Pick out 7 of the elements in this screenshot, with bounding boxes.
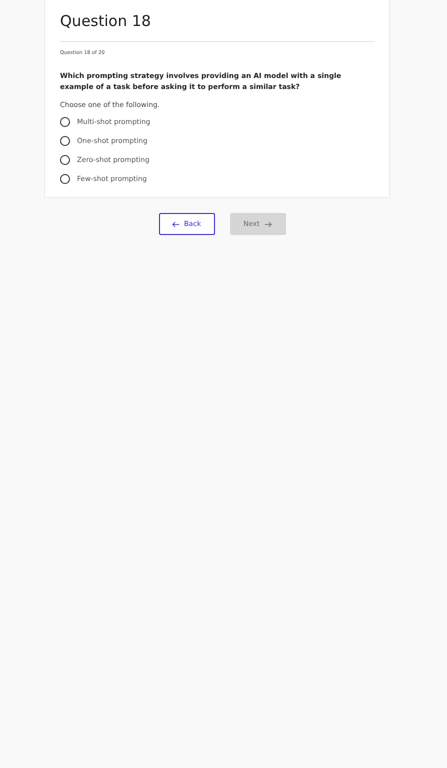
radio-button[interactable] xyxy=(60,117,70,127)
right-arrow-icon xyxy=(264,220,272,228)
radio-button[interactable] xyxy=(60,174,70,184)
radio-button[interactable] xyxy=(60,136,70,146)
question-title: Question 18 xyxy=(60,12,152,30)
radio-button[interactable] xyxy=(60,155,70,165)
left-arrow-icon xyxy=(172,220,180,228)
